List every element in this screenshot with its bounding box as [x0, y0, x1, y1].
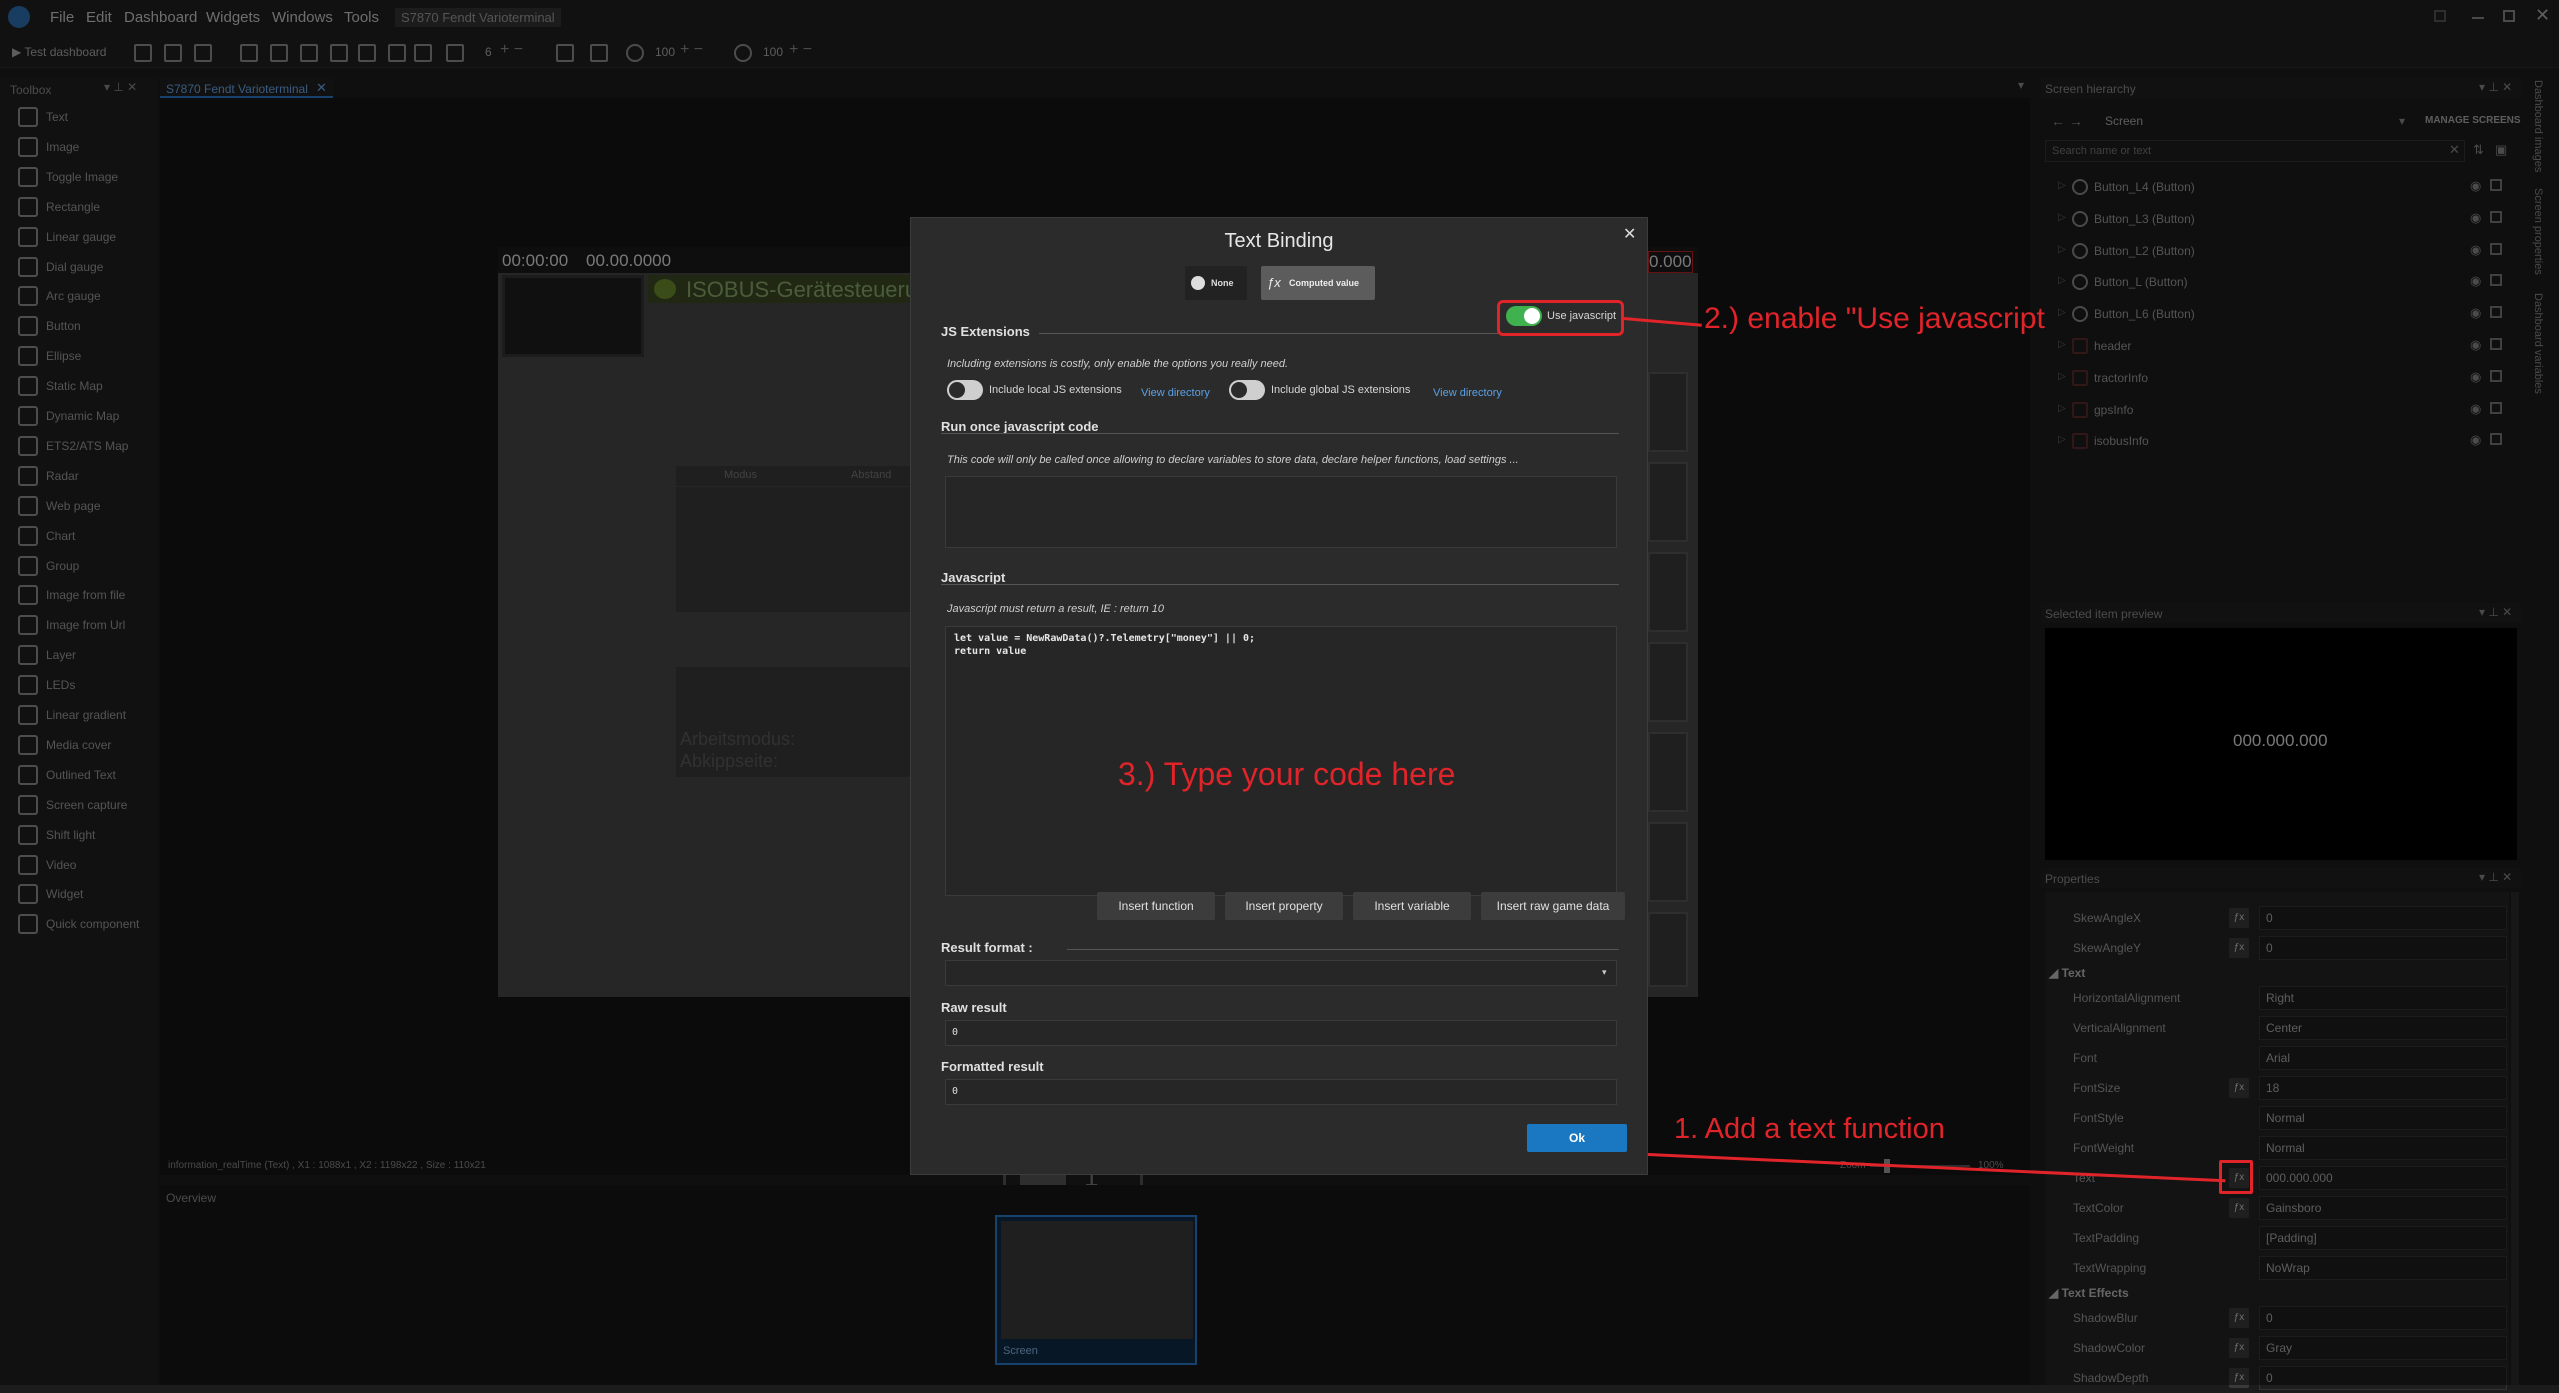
code-line-2: return value [954, 646, 1027, 657]
raw-result-field: 0 [945, 1020, 1617, 1046]
divider [941, 584, 1619, 585]
global-ext-toggle[interactable] [1229, 380, 1265, 400]
mode-computed-button[interactable]: ƒx Computed value [1261, 266, 1375, 300]
local-view-directory-link[interactable]: View directory [1141, 387, 1210, 399]
mode-none-label: None [1211, 278, 1234, 288]
mode-none-button[interactable]: None [1185, 266, 1247, 300]
none-icon [1191, 276, 1205, 290]
result-format-label: Result format : [941, 940, 1033, 955]
annotation-box-use-javascript [1497, 300, 1624, 336]
fx-icon: ƒx [1267, 275, 1281, 290]
run-once-code-editor[interactable] [945, 476, 1617, 548]
dialog-title: Text Binding [1224, 230, 1334, 252]
global-view-directory-link[interactable]: View directory [1433, 387, 1502, 399]
javascript-note: Javascript must return a result, IE : re… [947, 603, 1165, 615]
javascript-title: Javascript [941, 570, 1006, 585]
result-format-select[interactable]: ▾ [945, 960, 1617, 986]
raw-result-value: 0 [952, 1027, 959, 1038]
annotation-box-text-function [2219, 1160, 2253, 1194]
divider [1067, 949, 1619, 950]
annotation-step-3: 3.) Type your code here [1118, 756, 1456, 792]
ok-button[interactable]: Ok [1527, 1124, 1627, 1152]
formatted-result-label: Formatted result [941, 1059, 1044, 1074]
local-ext-toggle[interactable] [947, 380, 983, 400]
raw-result-label: Raw result [941, 1000, 1007, 1015]
result-format-dropdown-icon: ▾ [1602, 967, 1607, 977]
annotation-step-2: 2.) enable "Use javascript [1704, 302, 2045, 335]
js-extensions-title: JS Extensions [941, 324, 1030, 339]
insert-raw-game-data-button[interactable]: Insert raw game data [1481, 892, 1625, 920]
formatted-result-value: 0 [952, 1086, 959, 1097]
js-extensions-note: Including extensions is costly, only ena… [947, 358, 1289, 370]
run-once-title: Run once javascript code [941, 419, 1099, 434]
run-once-note: This code will only be called once allow… [947, 454, 1519, 466]
dialog-close-icon[interactable]: ✕ [1623, 224, 1636, 244]
global-ext-label: Include global JS extensions [1271, 384, 1411, 396]
text-binding-dialog: Text Binding ✕ None ƒx Computed value Us… [910, 217, 1648, 1175]
code-line-1: let value = NewRawData()?.Telemetry["mon… [954, 633, 1256, 644]
mode-computed-label: Computed value [1289, 278, 1360, 288]
local-ext-label: Include local JS extensions [989, 384, 1122, 396]
annotation-step-1: 1. Add a text function [1674, 1113, 1945, 1145]
insert-variable-button[interactable]: Insert variable [1353, 892, 1471, 920]
divider [941, 433, 1619, 434]
insert-property-button[interactable]: Insert property [1225, 892, 1343, 920]
insert-function-button[interactable]: Insert function [1097, 892, 1215, 920]
formatted-result-field: 0 [945, 1079, 1617, 1105]
